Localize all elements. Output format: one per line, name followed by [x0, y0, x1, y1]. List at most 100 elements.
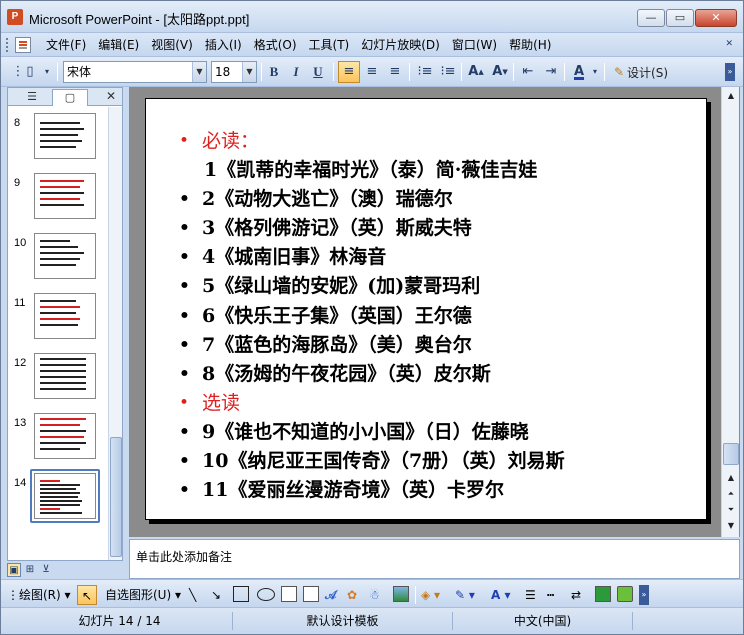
- slide-scrollbar-thumb[interactable]: [723, 443, 739, 465]
- slide-thumbnail[interactable]: [34, 233, 96, 279]
- slide-bullet-line[interactable]: • 7《蓝色的海豚岛》（美）奥台尔: [176, 331, 565, 360]
- scroll-up-icon[interactable]: ▲: [724, 89, 738, 103]
- line-tool-icon[interactable]: ╲: [189, 585, 196, 605]
- numbering-icon[interactable]: ⁝≡: [414, 61, 436, 83]
- slide-thumbnail-row[interactable]: 13: [8, 409, 108, 469]
- menu-item[interactable]: 帮助(H): [504, 33, 556, 57]
- font-color-icon[interactable]: A: [568, 61, 590, 83]
- maximize-button[interactable]: ▭: [666, 9, 694, 27]
- wordart-icon[interactable]: 𝒜: [325, 585, 336, 605]
- current-slide[interactable]: • 必读： 1《凯蒂的幸福时光》（泰）简·薇佳吉娃 • 2《动物大逃亡》（澳）瑞德尔 • 3…: [145, 98, 707, 520]
- slide-bullet-line[interactable]: • 选读: [176, 389, 565, 418]
- menu-item[interactable]: 窗口(W): [447, 33, 502, 57]
- decrease-indent-icon[interactable]: ⇤: [517, 61, 539, 83]
- outline-tab-icon[interactable]: ☰: [14, 89, 50, 106]
- slide-bullet-line[interactable]: • 3《格列佛游记》（英）斯威夫特: [176, 214, 565, 243]
- fill-color-icon[interactable]: ◈ ▾: [421, 585, 440, 605]
- slide-bullet-line[interactable]: • 必读：: [176, 127, 565, 156]
- design-button[interactable]: ✎ 设计(S): [609, 61, 673, 83]
- bullets-icon[interactable]: ⁝≡: [437, 61, 459, 83]
- menu-item[interactable]: 工具(T): [304, 33, 355, 57]
- slide-thumbnail[interactable]: [34, 173, 96, 219]
- increase-font-size-icon[interactable]: A ▲: [465, 61, 487, 83]
- pane-scrollbar-thumb[interactable]: [110, 437, 122, 557]
- scroll-down-icon[interactable]: ▼: [724, 519, 738, 533]
- slideshow-view-icon[interactable]: ⊻: [39, 563, 53, 577]
- menu-item[interactable]: 编辑(E): [93, 33, 144, 57]
- normal-view-icon[interactable]: ▣: [7, 563, 21, 577]
- arrow-style-icon[interactable]: ⇄: [571, 585, 581, 605]
- oval-tool-icon[interactable]: [257, 588, 275, 601]
- align-right-icon[interactable]: ≡: [384, 61, 406, 83]
- slide-thumbnail-row[interactable]: 9: [8, 169, 108, 229]
- increase-indent-icon[interactable]: ⇥: [540, 61, 562, 83]
- textbox-tool-icon[interactable]: [281, 586, 297, 602]
- close-button[interactable]: ✕: [695, 9, 737, 27]
- align-left-icon[interactable]: ≡: [338, 61, 360, 83]
- decrease-font-size-icon[interactable]: A ▼: [489, 61, 511, 83]
- minimize-button[interactable]: —: [637, 9, 665, 27]
- slide-thumbnail[interactable]: [34, 293, 96, 339]
- toolbar-options-chevron-icon[interactable]: ▾: [41, 61, 53, 83]
- notes-placeholder[interactable]: 单击此处添加备注: [136, 548, 232, 565]
- slide-bullet-line[interactable]: 1《凯蒂的幸福时光》（泰）简·薇佳吉娃: [176, 156, 565, 185]
- slide-bullet-line[interactable]: • 11《爱丽丝漫游奇境》（英）卡罗尔: [176, 476, 565, 505]
- bold-button[interactable]: B: [263, 61, 285, 83]
- slide-thumbnail[interactable]: [34, 413, 96, 459]
- select-objects-icon[interactable]: ↖: [77, 585, 97, 605]
- draw-menu-button[interactable]: 绘图(R) ▾: [19, 585, 71, 605]
- slide-thumbnail-row[interactable]: 11: [8, 289, 108, 349]
- menu-item[interactable]: 格式(O): [249, 33, 302, 57]
- shadow-style-icon[interactable]: [595, 586, 611, 602]
- clipart-icon[interactable]: ☃: [369, 585, 380, 605]
- vertical-textbox-icon[interactable]: [303, 586, 319, 602]
- slide-thumbnail-row[interactable]: 10: [8, 229, 108, 289]
- italic-button[interactable]: I: [285, 61, 307, 83]
- autoshapes-menu-button[interactable]: 自选图形(U) ▾: [105, 585, 181, 605]
- slide-thumbnail[interactable]: [34, 353, 96, 399]
- rectangle-tool-icon[interactable]: [233, 586, 249, 602]
- slide-bullet-line[interactable]: • 8《汤姆的午夜花园》（英）皮尔斯: [176, 360, 565, 389]
- line-color-icon[interactable]: ✎ ▾: [455, 585, 475, 605]
- slide-bullet-line[interactable]: • 9《谁也不知道的小小国》（日）佐藤晓: [176, 418, 565, 447]
- menu-item[interactable]: 插入(I): [200, 33, 247, 57]
- menu-item[interactable]: 幻灯片放映(D): [356, 33, 445, 57]
- menu-item[interactable]: 视图(V): [146, 33, 198, 57]
- slides-tab-icon[interactable]: ▢: [52, 89, 88, 106]
- diagram-icon[interactable]: ✿: [347, 585, 357, 605]
- menu-item[interactable]: 文件(F): [41, 33, 91, 57]
- next-slide-icon[interactable]: ⏷: [724, 503, 738, 517]
- slide-bullet-line[interactable]: • 2《动物大逃亡》（澳）瑞德尔: [176, 185, 565, 214]
- previous-slide-icon[interactable]: ⏶: [724, 487, 738, 501]
- slide-thumbnail-row[interactable]: 14: [8, 469, 108, 529]
- pane-close-icon[interactable]: ✕: [106, 89, 116, 103]
- insert-picture-icon[interactable]: [393, 586, 409, 602]
- slide-thumbnail[interactable]: [34, 473, 96, 519]
- slide-text-body[interactable]: • 必读： 1《凯蒂的幸福时光》（泰）简·薇佳吉娃 • 2《动物大逃亡》（澳）瑞德尔 • 3…: [176, 127, 565, 505]
- font-dropdown-icon[interactable]: ▼: [192, 62, 206, 82]
- drawbar-font-color-icon[interactable]: A ▾: [491, 585, 511, 605]
- dash-style-icon[interactable]: ┅: [547, 585, 554, 605]
- slide-sorter-view-icon[interactable]: ⊞: [23, 563, 37, 577]
- font-color-dropdown-icon[interactable]: ▾: [590, 61, 600, 83]
- document-icon[interactable]: [15, 37, 31, 53]
- font-name-combo[interactable]: 宋体 ▼: [63, 61, 207, 83]
- slide-scrollbar[interactable]: ▲ ▲ ⏶ ⏷ ▼: [721, 87, 739, 537]
- menu-grip-handle[interactable]: [6, 38, 9, 52]
- toolbar-overflow-icon[interactable]: »: [725, 63, 735, 81]
- slide-thumbnail-row[interactable]: 12: [8, 349, 108, 409]
- line-style-icon[interactable]: ☰: [525, 585, 536, 605]
- new-document-icon[interactable]: ▯: [19, 61, 41, 83]
- slide-bullet-line[interactable]: • 5《绿山墙的安妮》(加)蒙哥玛利: [176, 272, 565, 301]
- arrow-tool-icon[interactable]: ↘: [211, 585, 221, 605]
- slide-thumbnail-row[interactable]: 8: [8, 109, 108, 169]
- slide-thumbnail[interactable]: [34, 113, 96, 159]
- drawbar-overflow-icon[interactable]: »: [639, 585, 649, 605]
- powerpoint-app-icon[interactable]: P: [7, 9, 23, 25]
- 3d-style-icon[interactable]: [617, 586, 633, 602]
- slide-bullet-line[interactable]: • 10《纳尼亚王国传奇》（7册）（英）刘易斯: [176, 447, 565, 476]
- notes-pane[interactable]: 单击此处添加备注: [129, 539, 740, 579]
- font-size-combo[interactable]: 18 ▼: [211, 61, 257, 83]
- slide-bullet-line[interactable]: • 4《城南旧事》林海音: [176, 243, 565, 272]
- scroll-up-icon[interactable]: ▲: [724, 471, 738, 485]
